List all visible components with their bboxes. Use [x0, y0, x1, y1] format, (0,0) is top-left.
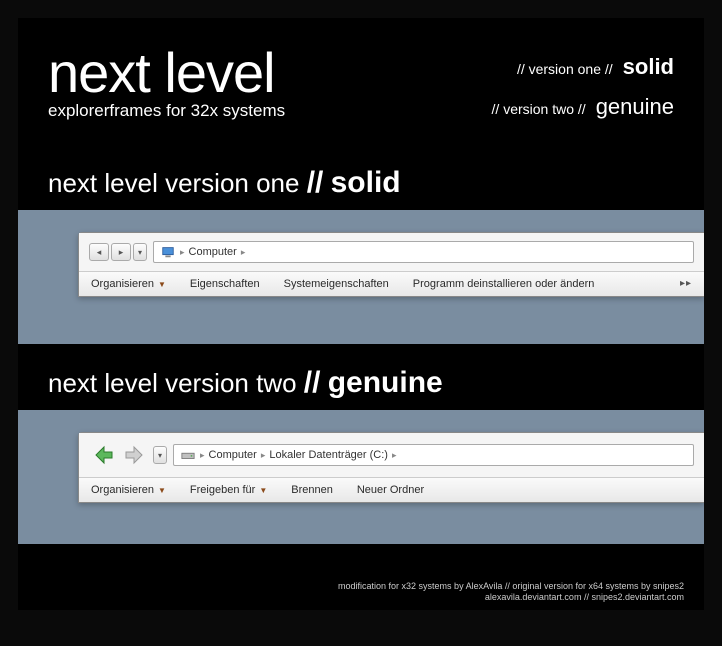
nav-buttons: ▾	[89, 441, 167, 469]
toolbar: Organisieren▼ Eigenschaften Systemeigens…	[79, 271, 704, 296]
caret-down-icon: ▼	[259, 486, 267, 495]
breadcrumb-drive: Lokaler Datenträger (C:)	[269, 449, 388, 461]
header: next level explorerframes for 32x system…	[18, 18, 704, 144]
chevron-right-icon: ▸	[180, 247, 185, 258]
toolbar-more[interactable]: ▸▸	[680, 278, 692, 290]
toolbar-share[interactable]: Freigeben für▼	[190, 484, 267, 496]
chevron-right-icon: ▸	[200, 450, 205, 461]
section-title-solid: next level version one // solid	[18, 144, 704, 210]
section-prefix: next level version two	[48, 368, 297, 398]
breadcrumb-root: Computer	[189, 246, 237, 258]
toolbar: Organisieren▼ Freigeben für▼ Brennen Neu…	[79, 477, 704, 502]
history-dropdown[interactable]: ▾	[133, 243, 147, 261]
back-arrow-button[interactable]	[89, 441, 117, 469]
section-name: solid	[331, 166, 401, 199]
version-name-genuine: genuine	[596, 94, 674, 120]
spacer	[618, 278, 656, 290]
address-bar: ◂ ▸ ▾ ▸ Computer ▸	[79, 233, 704, 271]
version-name-solid: solid	[623, 54, 674, 80]
drive-icon	[180, 447, 196, 463]
forward-button[interactable]: ▸	[111, 243, 131, 261]
explorer-window: ◂ ▸ ▾ ▸ Computer ▸ Organisieren▼ Eigensc…	[78, 232, 704, 297]
preview-genuine: ▾ ▸ Computer ▸ Lokaler Datenträger (C:) …	[18, 410, 704, 544]
version-prefix: // version two //	[492, 101, 586, 117]
page: next level explorerframes for 32x system…	[18, 18, 704, 610]
history-dropdown[interactable]: ▾	[153, 446, 167, 464]
toolbar-sysprops[interactable]: Systemeigenschaften	[284, 278, 389, 290]
address-bar: ▾ ▸ Computer ▸ Lokaler Datenträger (C:) …	[79, 433, 704, 477]
toolbar-organize[interactable]: Organisieren▼	[91, 484, 166, 496]
version-prefix: // version one //	[517, 61, 613, 77]
nav-buttons: ◂ ▸ ▾	[89, 243, 147, 261]
forward-arrow-button[interactable]	[121, 441, 149, 469]
version-list: // version one // solid // version two /…	[492, 46, 674, 134]
breadcrumb-root: Computer	[209, 449, 257, 461]
version-row-two: // version two // genuine	[492, 94, 674, 120]
section-prefix: next level version one	[48, 168, 299, 198]
section-name: genuine	[328, 366, 443, 399]
slashes: //	[307, 166, 324, 199]
credits-line1: modification for x32 systems by AlexAvil…	[338, 581, 684, 593]
explorer-window: ▾ ▸ Computer ▸ Lokaler Datenträger (C:) …	[78, 432, 704, 503]
credits: modification for x32 systems by AlexAvil…	[338, 581, 684, 604]
section-title-genuine: next level version two // genuine	[18, 344, 704, 410]
chevron-right-icon: ▸	[392, 450, 397, 461]
caret-down-icon: ▼	[158, 280, 166, 289]
breadcrumb[interactable]: ▸ Computer ▸	[153, 241, 694, 263]
toolbar-newfolder[interactable]: Neuer Ordner	[357, 484, 424, 496]
chevron-right-icon: ▸	[241, 247, 246, 258]
caret-down-icon: ▼	[158, 486, 166, 495]
subtitle: explorerframes for 32x systems	[48, 101, 285, 121]
toolbar-properties[interactable]: Eigenschaften	[190, 278, 260, 290]
slashes: //	[304, 366, 321, 399]
computer-icon	[160, 244, 176, 260]
title-block: next level explorerframes for 32x system…	[48, 46, 285, 134]
credits-line2: alexavila.deviantart.com // snipes2.devi…	[338, 592, 684, 604]
preview-solid: ◂ ▸ ▾ ▸ Computer ▸ Organisieren▼ Eigensc…	[18, 210, 704, 344]
breadcrumb[interactable]: ▸ Computer ▸ Lokaler Datenträger (C:) ▸	[173, 444, 694, 466]
back-button[interactable]: ◂	[89, 243, 109, 261]
toolbar-burn[interactable]: Brennen	[291, 484, 333, 496]
version-row-one: // version one // solid	[492, 54, 674, 80]
chevron-right-icon: ▸	[261, 450, 266, 461]
toolbar-organize[interactable]: Organisieren▼	[91, 278, 166, 290]
toolbar-uninstall[interactable]: Programm deinstallieren oder ändern	[413, 278, 595, 290]
main-title: next level	[48, 46, 285, 99]
